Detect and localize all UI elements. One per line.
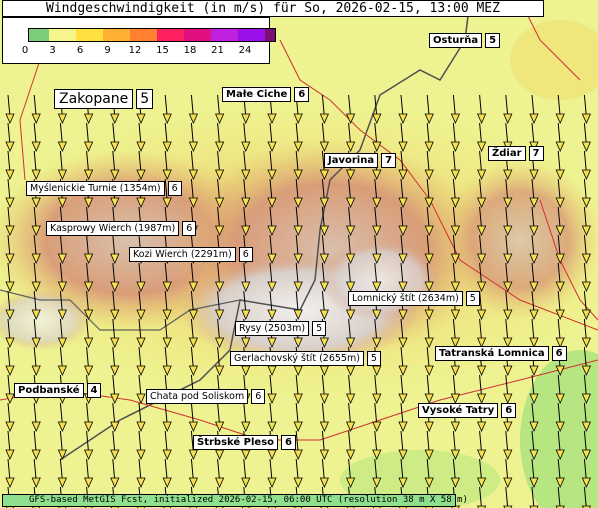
place-name: Osturňa: [429, 33, 483, 48]
place-name: Tatranská Lomnica: [435, 346, 549, 361]
wind-speed-value: 5: [312, 321, 327, 336]
place-label: Małe Ciche 6: [222, 87, 310, 102]
wind-speed-value: 6: [281, 435, 296, 450]
place-name: Štrbské Pleso: [193, 435, 279, 450]
place-name: Myślenickie Turnie (1354m): [26, 181, 165, 196]
legend-tick-label: 21: [211, 45, 224, 56]
legend-swatch: [184, 29, 211, 41]
legend-swatch: [157, 29, 184, 41]
place-label: Gerlachovský štít (2655m) 5: [230, 351, 381, 366]
wind-map: Windgeschwindigkeit (in m/s) für So, 202…: [0, 0, 598, 508]
legend-tick-label: 0: [21, 45, 29, 56]
legend-tick-label: 24: [238, 45, 252, 56]
place-label: Vysoké Tatry 6: [418, 403, 517, 418]
legend-swatch: [130, 29, 157, 41]
place-name: Lomnický štít (2634m): [348, 291, 463, 306]
place-name: Vysoké Tatry: [418, 403, 499, 418]
wind-speed-value: 6: [501, 403, 517, 418]
legend-swatch: [211, 29, 238, 41]
place-name: Ždiar: [488, 146, 526, 161]
legend-swatch: [49, 29, 76, 41]
place-name: Podbanské: [14, 383, 84, 398]
wind-speed-value: 6: [551, 346, 567, 361]
place-name: Gerlachovský štít (2655m): [230, 351, 364, 366]
terrain-layer: [0, 0, 598, 508]
wind-speed-value: 6: [167, 181, 182, 196]
place-label: Myślenickie Turnie (1354m) 6: [26, 181, 182, 196]
wind-speed-value: 7: [381, 153, 397, 168]
legend-color-bar: [28, 28, 276, 42]
legend-swatch: [238, 29, 265, 41]
place-name: Małe Ciche: [222, 87, 292, 102]
wind-speed-value: 6: [251, 389, 266, 404]
place-name: Javorina: [324, 153, 379, 168]
wind-speed-value: 5: [485, 33, 501, 48]
wind-speed-value: 6: [238, 247, 253, 262]
legend-swatch: [265, 29, 275, 41]
legend-swatch: [29, 29, 49, 41]
place-name: Rysy (2503m): [235, 321, 310, 336]
legend-tick-label: 18: [183, 45, 197, 56]
place-label: Kozi Wierch (2291m) 6: [129, 247, 253, 262]
legend-tick-label: 12: [128, 45, 142, 56]
map-title: Windgeschwindigkeit (in m/s) für So, 202…: [2, 0, 544, 17]
place-label: Zakopane 5: [54, 89, 154, 109]
speed-legend: 0 3 6 9 12 15 18 21 24: [2, 17, 276, 64]
place-name: Kozi Wierch (2291m): [129, 247, 236, 262]
footer-info: GFS-based MetGIS Fcst, initialized 2026-…: [2, 494, 468, 507]
legend-tick-label: 15: [156, 45, 169, 56]
wind-speed-value: 5: [366, 351, 381, 366]
wind-speed-value: 6: [294, 87, 310, 102]
place-label: Rysy (2503m) 5: [235, 321, 327, 336]
place-label: Lomnický štít (2634m) 5: [348, 291, 480, 306]
wind-speed-value: 4: [86, 383, 102, 398]
legend-swatch: [103, 29, 130, 41]
legend-tick-label: 6: [76, 45, 84, 56]
place-label: Javorina 7: [324, 153, 397, 168]
place-label: Osturňa 5: [429, 33, 501, 48]
legend-tick-label: 9: [104, 45, 111, 56]
place-label: Ždiar 7: [488, 146, 544, 161]
legend-swatch: [76, 29, 103, 41]
place-name: Zakopane: [54, 89, 134, 109]
place-name: Kasprowy Wierch (1987m): [46, 221, 180, 236]
wind-speed-value: 6: [182, 221, 197, 236]
wind-speed-value: 5: [136, 89, 154, 109]
wind-speed-value: 5: [465, 291, 480, 306]
place-label: Podbanské 4: [14, 383, 102, 398]
wind-speed-value: 7: [528, 146, 544, 161]
place-name: Chata pod Soliskom: [146, 389, 249, 404]
place-label: Kasprowy Wierch (1987m) 6: [46, 221, 197, 236]
place-label: Chata pod Soliskom 6: [146, 389, 266, 404]
place-label: Tatranská Lomnica 6: [435, 346, 567, 361]
place-label: Štrbské Pleso 6: [193, 435, 296, 450]
legend-tick-label: 3: [49, 45, 56, 56]
